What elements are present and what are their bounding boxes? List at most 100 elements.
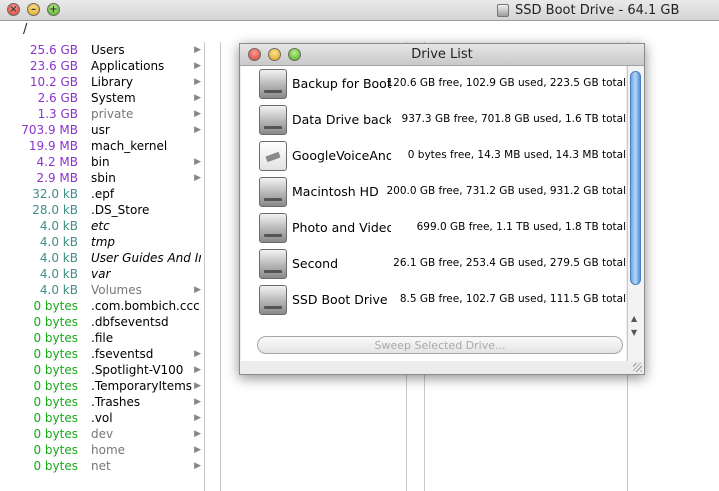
file-size: 0 bytes [33,331,78,345]
scroll-down-arrow-icon[interactable]: ▼ [631,328,637,337]
minimize-button[interactable]: – [27,3,40,16]
file-name: home [91,443,126,457]
file-name: sbin [91,171,116,185]
scrollbar-thumb[interactable] [630,71,641,285]
disclosure-arrow-icon: ▶ [194,349,201,359]
file-name: usr [91,123,110,137]
file-row[interactable]: 2.9 MB sbin ▶ [18,170,204,186]
file-size: 0 bytes [33,395,78,409]
file-row[interactable]: 0 bytes .dbfseventsd [18,314,204,330]
file-row[interactable]: 0 bytes net ▶ [18,458,204,474]
file-size: 0 bytes [33,347,78,361]
file-row[interactable]: 0 bytes .fseventsd ▶ [18,346,204,362]
file-name: Volumes [91,283,142,297]
file-row[interactable]: 4.0 kB tmp [18,234,204,250]
sweep-selected-drive-button[interactable]: Sweep Selected Drive... [257,336,623,354]
file-name: System [91,91,136,105]
path-label: / [23,22,28,37]
resize-grip-icon[interactable] [633,363,642,372]
file-size: 0 bytes [33,459,78,473]
disclosure-arrow-icon: ▶ [194,285,201,295]
drive-list-scrollbar[interactable]: ▲ ▼ [627,66,644,361]
drive-row[interactable]: Macintosh HD 200.0 GB free, 731.2 GB used… [241,174,626,210]
hard-drive-icon [497,3,509,17]
drive-usage-info: 937.3 GB free, 701.8 GB used, 1.6 TB tot… [401,113,626,125]
file-row[interactable]: 28.0 kB .DS_Store [18,202,204,218]
file-row[interactable]: 0 bytes .Trashes ▶ [18,394,204,410]
file-size: 1.3 GB [37,107,78,121]
file-name: etc [91,219,110,233]
drive-list: Backup for Boot Drive120.6 GB free, 102.… [241,66,626,361]
disclosure-arrow-icon: ▶ [194,77,201,87]
file-row[interactable]: 4.0 kB Volumes ▶ [18,282,204,298]
file-row[interactable]: 0 bytes home ▶ [18,442,204,458]
drive-usage-info: 26.1 GB free, 253.4 GB used, 279.5 GB to… [393,257,626,269]
file-name: .com.bombich.ccc. [91,299,201,313]
file-row[interactable]: 32.0 kB .epf [18,186,204,202]
file-size: 0 bytes [33,315,78,329]
drive-row[interactable]: GoogleVoiceAndVideo 0 bytes free, 14.3 MB… [241,138,626,174]
file-name: .file [91,331,114,345]
file-name: .dbfseventsd [91,315,169,329]
disclosure-arrow-icon: ▶ [194,397,201,407]
file-name: Applications [91,59,165,73]
file-name: tmp [91,235,116,249]
disclosure-arrow-icon: ▶ [194,61,201,71]
file-row[interactable]: 0 bytes .TemporaryItems ▶ [18,378,204,394]
file-row[interactable]: 0 bytes .Spotlight-V100 ▶ [18,362,204,378]
file-row[interactable]: 1.3 GB private ▶ [18,106,204,122]
file-size: 0 bytes [33,379,78,393]
file-row[interactable]: 703.9 MB usr ▶ [18,122,204,138]
disclosure-arrow-icon: ▶ [194,461,201,471]
file-name: Users [91,43,125,57]
file-size: 28.0 kB [32,203,78,217]
file-row[interactable]: 23.6 GB Applications ▶ [18,58,204,74]
file-size: 4.0 kB [39,251,78,265]
close-button[interactable]: × [7,3,20,16]
hard-drive-icon [259,213,287,243]
zoom-button[interactable]: + [47,3,60,16]
file-size: 4.2 MB [36,155,78,169]
file-name: .epf [91,187,115,201]
drive-row[interactable]: Backup for Boot Drive120.6 GB free, 102.… [241,66,626,102]
drive-name: SSD Boot Drive [292,292,388,307]
file-name: Library [91,75,133,89]
file-size: 25.6 GB [29,43,78,57]
file-row[interactable]: 0 bytes .file [18,330,204,346]
file-name: net [91,459,111,473]
hard-drive-icon [259,105,287,135]
disclosure-arrow-icon: ▶ [194,413,201,423]
file-row[interactable]: 4.0 kB var [18,266,204,282]
file-size: 23.6 GB [29,59,78,73]
disclosure-arrow-icon: ▶ [194,173,201,183]
file-row[interactable]: 4.0 kB etc [18,218,204,234]
file-row[interactable]: 19.9 MB mach_kernel [18,138,204,154]
file-name: var [91,267,111,281]
hard-drive-icon [259,177,287,207]
drive-row[interactable]: Data Drive backup 937.3 GB free, 701.8 GB… [241,102,626,138]
drive-row[interactable]: Second 26.1 GB free, 253.4 GB used, 279.5… [241,246,626,282]
file-row[interactable]: 0 bytes .com.bombich.ccc. [18,298,204,314]
file-size: 4.0 kB [39,267,78,281]
drive-name: Second [292,256,339,271]
file-row[interactable]: 0 bytes .vol ▶ [18,410,204,426]
file-row[interactable]: 2.6 GB System ▶ [18,90,204,106]
disclosure-arrow-icon: ▶ [194,109,201,119]
scroll-up-arrow-icon[interactable]: ▲ [631,314,637,323]
drive-usage-info: 120.6 GB free, 102.9 GB used, 223.5 GB t… [386,77,626,89]
file-size: 0 bytes [33,299,78,313]
file-size: 0 bytes [33,363,78,377]
hard-drive-icon [259,249,287,279]
drive-row[interactable]: SSD Boot Drive 8.5 GB free, 102.7 GB used… [241,282,626,318]
file-name: mach_kernel [91,139,168,153]
disclosure-arrow-icon: ▶ [194,429,201,439]
drive-row[interactable]: Photo and Video 699.0 GB free, 1.1 TB use… [241,210,626,246]
file-name: .vol [91,411,113,425]
file-row[interactable]: 0 bytes dev ▶ [18,426,204,442]
file-row[interactable]: 4.0 kB User Guides And Inf [18,250,204,266]
file-row[interactable]: 10.2 GB Library ▶ [18,74,204,90]
file-name: .Trashes [91,395,141,409]
disclosure-arrow-icon: ▶ [194,125,201,135]
file-row[interactable]: 4.2 MB bin ▶ [18,154,204,170]
file-row[interactable]: 25.6 GB Users ▶ [18,42,204,58]
